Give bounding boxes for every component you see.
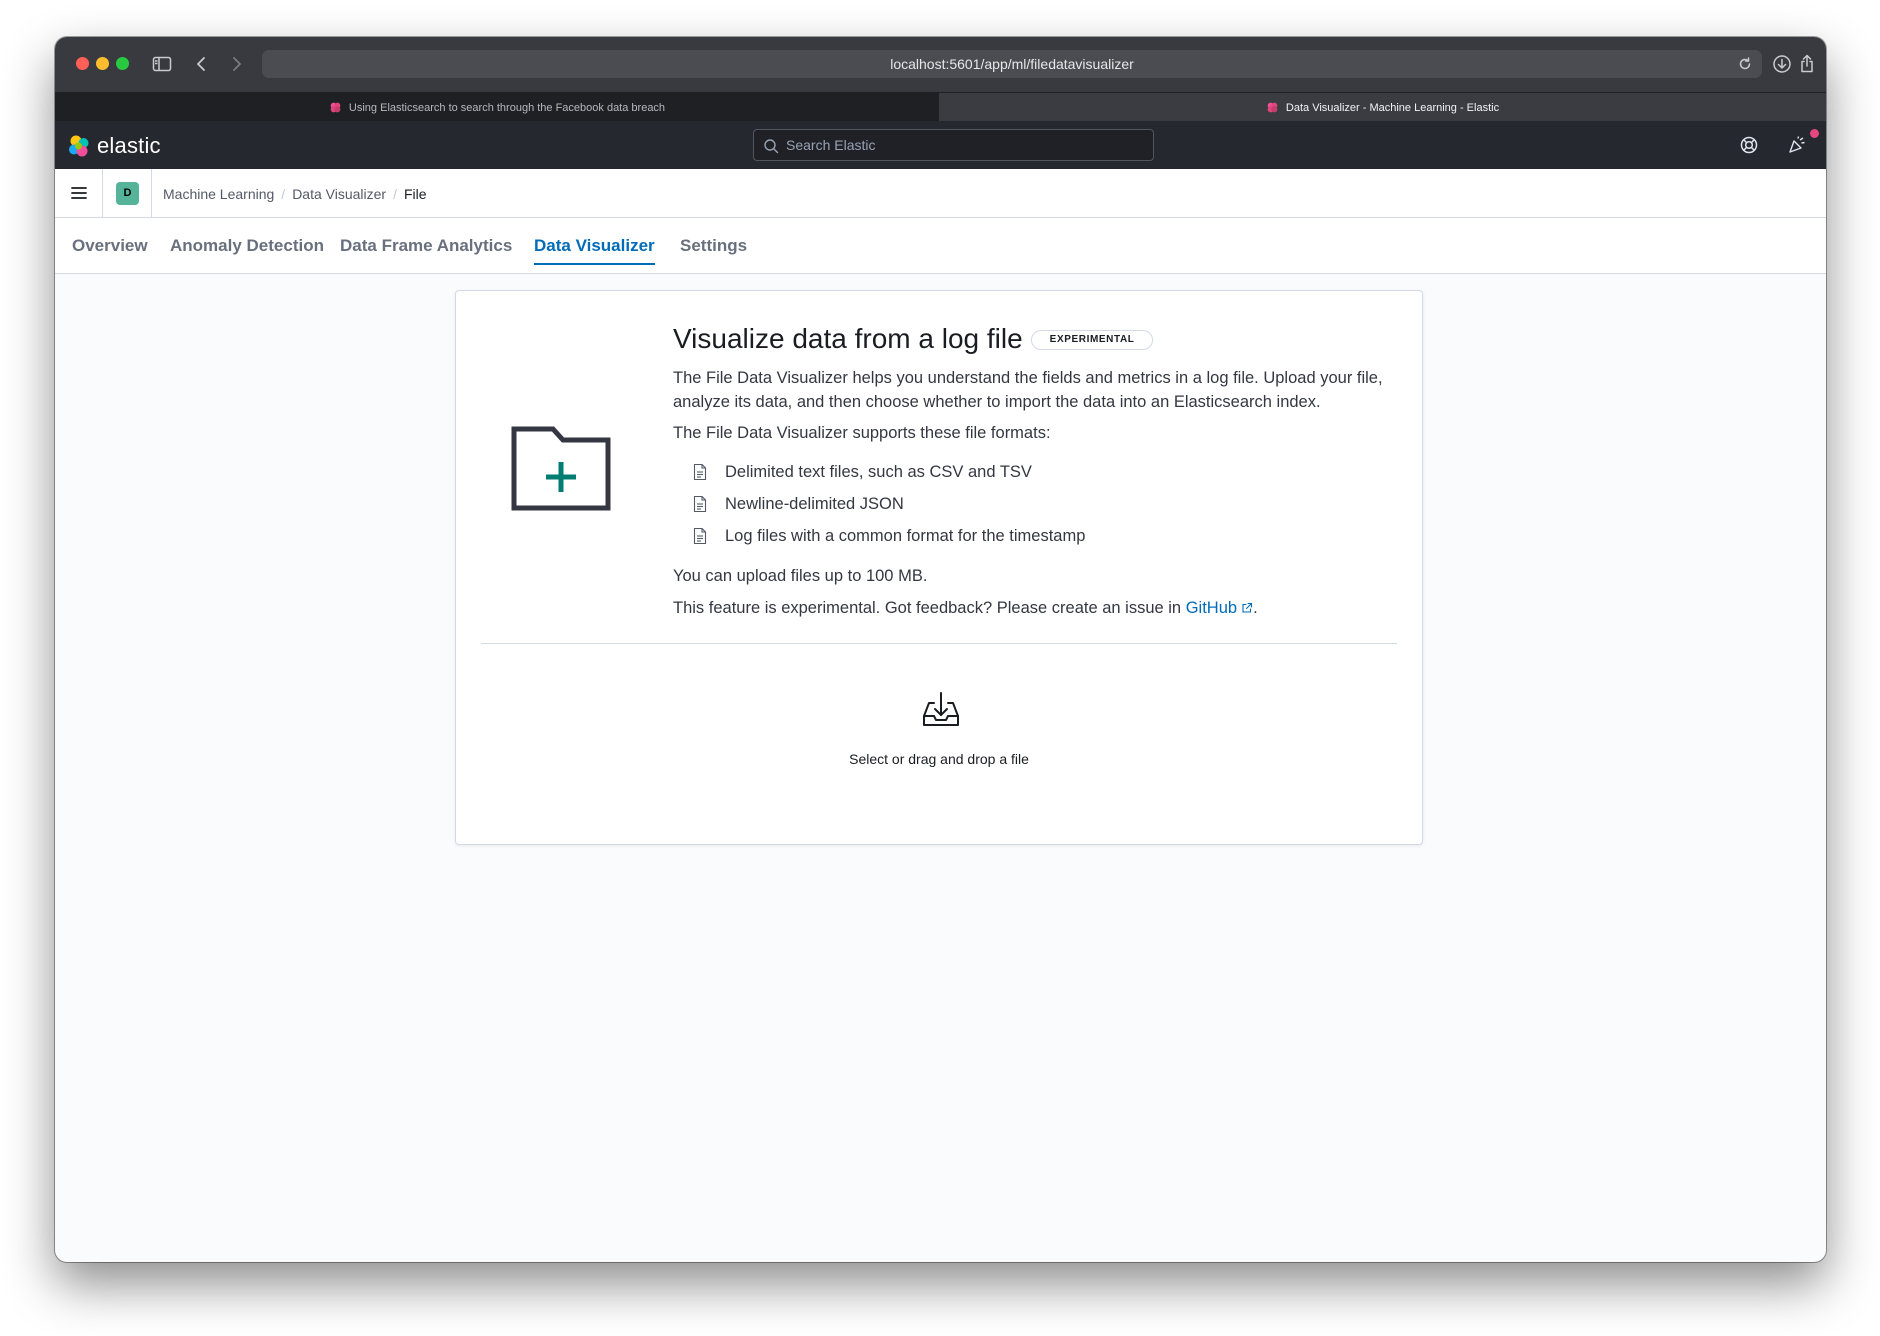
close-window-button[interactable] <box>76 57 89 70</box>
feedback-text: This feature is experimental. Got feedba… <box>673 596 1403 620</box>
file-format-list: Delimited text files, such as CSV and TS… <box>673 456 1403 552</box>
list-item: Newline-delimited JSON <box>673 488 1403 520</box>
experimental-badge: EXPERIMENTAL <box>1030 330 1154 350</box>
intro-text: The File Data Visualizer helps you under… <box>673 369 1383 411</box>
download-icon[interactable] <box>1771 53 1793 75</box>
browser-tab-bar: Using Elasticsearch to search through th… <box>55 92 1826 122</box>
tab-overview[interactable]: Overview <box>72 218 148 274</box>
browser-window: localhost:5601/app/ml/filedatavisualizer <box>55 37 1826 1262</box>
browser-tab-title: Using Elasticsearch to search through th… <box>348 101 666 114</box>
browser-tab[interactable]: Using Elasticsearch to search through th… <box>55 93 939 122</box>
file-drop-zone[interactable]: Select or drag and drop a file <box>456 644 1422 844</box>
file-format-label: Newline-delimited JSON <box>725 494 904 513</box>
tab-settings[interactable]: Settings <box>680 218 747 274</box>
minimize-window-button[interactable] <box>96 57 109 70</box>
file-format-label: Delimited text files, such as CSV and TS… <box>725 462 1032 481</box>
share-icon[interactable] <box>1796 53 1818 75</box>
tab-data-visualizer[interactable]: Data Visualizer <box>534 218 655 274</box>
breadcrumb-separator: / <box>393 185 397 202</box>
breadcrumb-item-machine-learning[interactable]: Machine Learning <box>163 186 274 202</box>
breadcrumb-item-data-visualizer[interactable]: Data Visualizer <box>292 186 386 202</box>
file-format-label: Log files with a common format for the t… <box>725 526 1086 545</box>
github-link-label[interactable]: GitHub <box>1186 599 1237 617</box>
elastic-favicon-icon <box>330 102 341 113</box>
url-text[interactable]: localhost:5601/app/ml/filedatavisualizer <box>262 50 1762 78</box>
notification-badge <box>1810 129 1819 138</box>
sidebar-icon[interactable] <box>151 53 173 75</box>
page-title: Visualize data from a log file <box>673 323 1023 354</box>
elastic-logo-text: elastic <box>97 133 161 158</box>
ml-nav-tabs: Overview Anomaly Detection Data Frame An… <box>55 218 1826 274</box>
elastic-logo[interactable]: elastic <box>67 133 161 159</box>
github-link[interactable]: GitHub <box>1186 599 1253 617</box>
size-limit-text: You can upload files up to 100 MB. <box>673 567 928 585</box>
divider <box>102 169 103 218</box>
kibana-header: elastic <box>55 121 1826 169</box>
forward-icon[interactable] <box>225 53 247 75</box>
browser-tab-active[interactable]: Data Visualizer - Machine Learning - Ela… <box>939 93 1826 122</box>
breadcrumb-separator: / <box>281 185 286 202</box>
elastic-favicon-icon <box>1267 102 1278 113</box>
external-link-icon[interactable] <box>1241 602 1253 614</box>
breadcrumb-item-file: File <box>403 185 427 202</box>
tab-anomaly-detection[interactable]: Anomaly Detection <box>170 218 324 274</box>
document-icon <box>693 528 707 544</box>
help-icon[interactable] <box>1739 135 1759 155</box>
reload-icon[interactable] <box>1736 55 1754 73</box>
search-icon <box>763 138 779 154</box>
list-item: Log files with a common format for the t… <box>673 520 1403 552</box>
feedback-suffix: . <box>1253 599 1258 617</box>
import-icon[interactable] <box>921 689 961 729</box>
breadcrumb-bar: D Machine Learning / Data Visualizer / F… <box>55 169 1826 218</box>
global-search[interactable] <box>753 129 1154 161</box>
file-upload-panel: Visualize data from a log file EXPERIMEN… <box>455 290 1423 845</box>
back-icon[interactable] <box>191 53 213 75</box>
supports-text: The File Data Visualizer supports these … <box>673 424 1051 442</box>
document-icon <box>693 464 707 480</box>
folder-add-icon <box>511 426 611 511</box>
browser-toolbar: localhost:5601/app/ml/filedatavisualizer <box>55 37 1826 92</box>
tab-data-frame-analytics[interactable]: Data Frame Analytics <box>340 218 512 274</box>
newsfeed-icon[interactable] <box>1787 135 1807 155</box>
search-input[interactable] <box>786 130 1146 160</box>
breadcrumb: Machine Learning / Data Visualizer / Fil… <box>163 169 427 218</box>
document-icon <box>693 496 707 512</box>
title-row: Visualize data from a log file EXPERIMEN… <box>673 319 1403 359</box>
menu-icon[interactable] <box>69 183 89 203</box>
browser-tab-title: Data Visualizer - Machine Learning - Ela… <box>1285 101 1500 114</box>
drop-zone-label[interactable]: Select or drag and drop a file <box>456 751 1422 767</box>
panel-content: Visualize data from a log file EXPERIMEN… <box>673 319 1403 620</box>
elastic-logo-icon <box>69 135 89 157</box>
divider <box>151 169 152 218</box>
address-bar[interactable]: localhost:5601/app/ml/filedatavisualizer <box>262 50 1762 78</box>
feedback-prefix: This feature is experimental. Got feedba… <box>673 599 1186 617</box>
maximize-window-button[interactable] <box>116 57 129 70</box>
space-avatar[interactable]: D <box>116 182 139 205</box>
list-item: Delimited text files, such as CSV and TS… <box>673 456 1403 488</box>
